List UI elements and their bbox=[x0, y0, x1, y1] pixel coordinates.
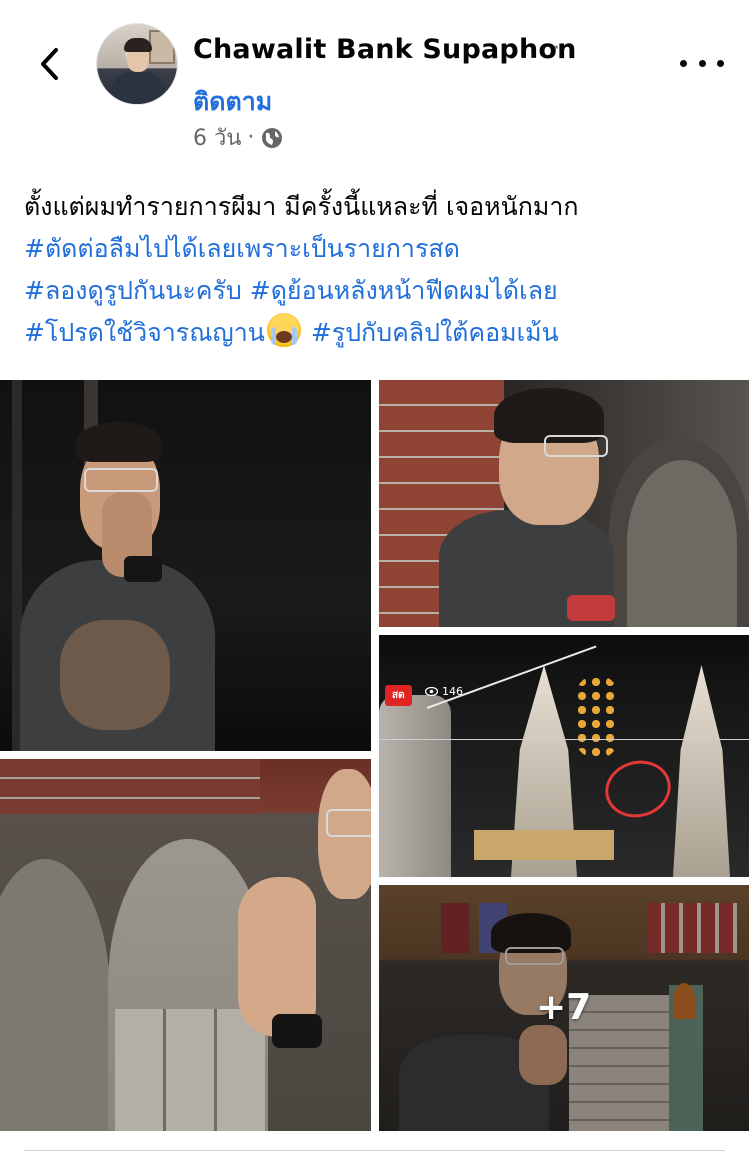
face-screaming-in-fear-icon bbox=[266, 313, 301, 347]
wristwatch bbox=[124, 556, 162, 582]
phone bbox=[567, 595, 615, 621]
post-photo[interactable] bbox=[0, 759, 371, 1131]
pagoda-base bbox=[474, 830, 614, 860]
post-photo[interactable] bbox=[0, 380, 371, 751]
author-separator: · bbox=[553, 36, 560, 61]
hashtag-link[interactable]: #โปรดใช้วิจารณญาน bbox=[24, 318, 265, 347]
post-photo[interactable]: สด 146 bbox=[379, 635, 749, 877]
post-text-line: #ลองดูรูปกันนะครับ #ดูย้อนหลังหน้าฟีดผมไ… bbox=[24, 270, 724, 312]
hashtag-link[interactable]: #รูปกับคลิปใต้คอมเม้น bbox=[311, 318, 559, 347]
stupa-base bbox=[379, 695, 451, 877]
post-text-line: #โปรดใช้วิจารณญาน #รูปกับคลิปใต้คอมเม้น bbox=[24, 312, 724, 354]
hashtag-link[interactable]: #ตัดต่อลืมไปได้เลยเพราะเป็นรายการสด bbox=[24, 234, 460, 263]
post-photo[interactable] bbox=[379, 380, 749, 627]
divider bbox=[24, 1150, 725, 1151]
timestamp[interactable]: 6 วัน bbox=[193, 120, 241, 155]
more-dot bbox=[717, 59, 724, 67]
glasses bbox=[326, 809, 371, 837]
hashtag-link[interactable]: #ดูย้อนหลังหน้าฟีดผมได้เลย bbox=[250, 276, 558, 305]
avatar-background-frame bbox=[149, 30, 175, 64]
more-dot bbox=[698, 59, 706, 67]
shirt-graphic bbox=[60, 620, 170, 730]
author-name[interactable]: Chawalit Bank Supaphon bbox=[193, 34, 577, 65]
follow-link[interactable]: ติดตาม bbox=[193, 82, 272, 122]
globe-icon bbox=[262, 127, 283, 148]
brick-wall bbox=[0, 759, 260, 814]
hashtag-link[interactable]: #ลองดูรูปกันนะครับ bbox=[24, 276, 242, 305]
stone-blocks bbox=[115, 1009, 265, 1131]
post-photo-more[interactable]: +7 bbox=[379, 885, 749, 1131]
chevron-left-icon bbox=[41, 48, 58, 80]
view-count: 146 bbox=[425, 685, 463, 698]
avatar-hair bbox=[124, 38, 152, 52]
post-meta: 6 วัน · bbox=[193, 120, 284, 155]
eye-icon bbox=[425, 687, 438, 696]
glasses bbox=[544, 435, 608, 457]
post-text-line: #ตัดต่อลืมไปได้เลยเพราะเป็นรายการสด bbox=[24, 228, 724, 270]
arch-inner bbox=[627, 460, 737, 627]
avatar-shirt bbox=[111, 72, 165, 104]
more-options-button[interactable] bbox=[680, 50, 724, 76]
flower-garland bbox=[575, 675, 619, 759]
wristwatch bbox=[272, 1014, 322, 1048]
more-photos-count: +7 bbox=[536, 987, 592, 1028]
live-badge: สด bbox=[385, 685, 412, 706]
stone-arch bbox=[0, 859, 110, 1131]
post-header: Chawalit Bank Supaphon · ติดตาม 6 วัน · bbox=[0, 0, 749, 165]
post-text-line: ตั้งแต่ผมทำรายการผีมา มีครั้งนี้แหละที่ … bbox=[24, 192, 579, 221]
person-hair bbox=[76, 422, 162, 462]
string-line bbox=[379, 739, 749, 740]
more-dot bbox=[680, 59, 687, 67]
avatar[interactable] bbox=[96, 23, 178, 105]
glasses bbox=[84, 468, 158, 492]
post-text: ตั้งแต่ผมทำรายการผีมา มีครั้งนี้แหละที่ … bbox=[24, 186, 724, 354]
back-button[interactable] bbox=[30, 42, 70, 86]
view-count-value: 146 bbox=[442, 685, 463, 698]
meta-separator: · bbox=[247, 125, 255, 150]
person-hand bbox=[238, 877, 316, 1037]
